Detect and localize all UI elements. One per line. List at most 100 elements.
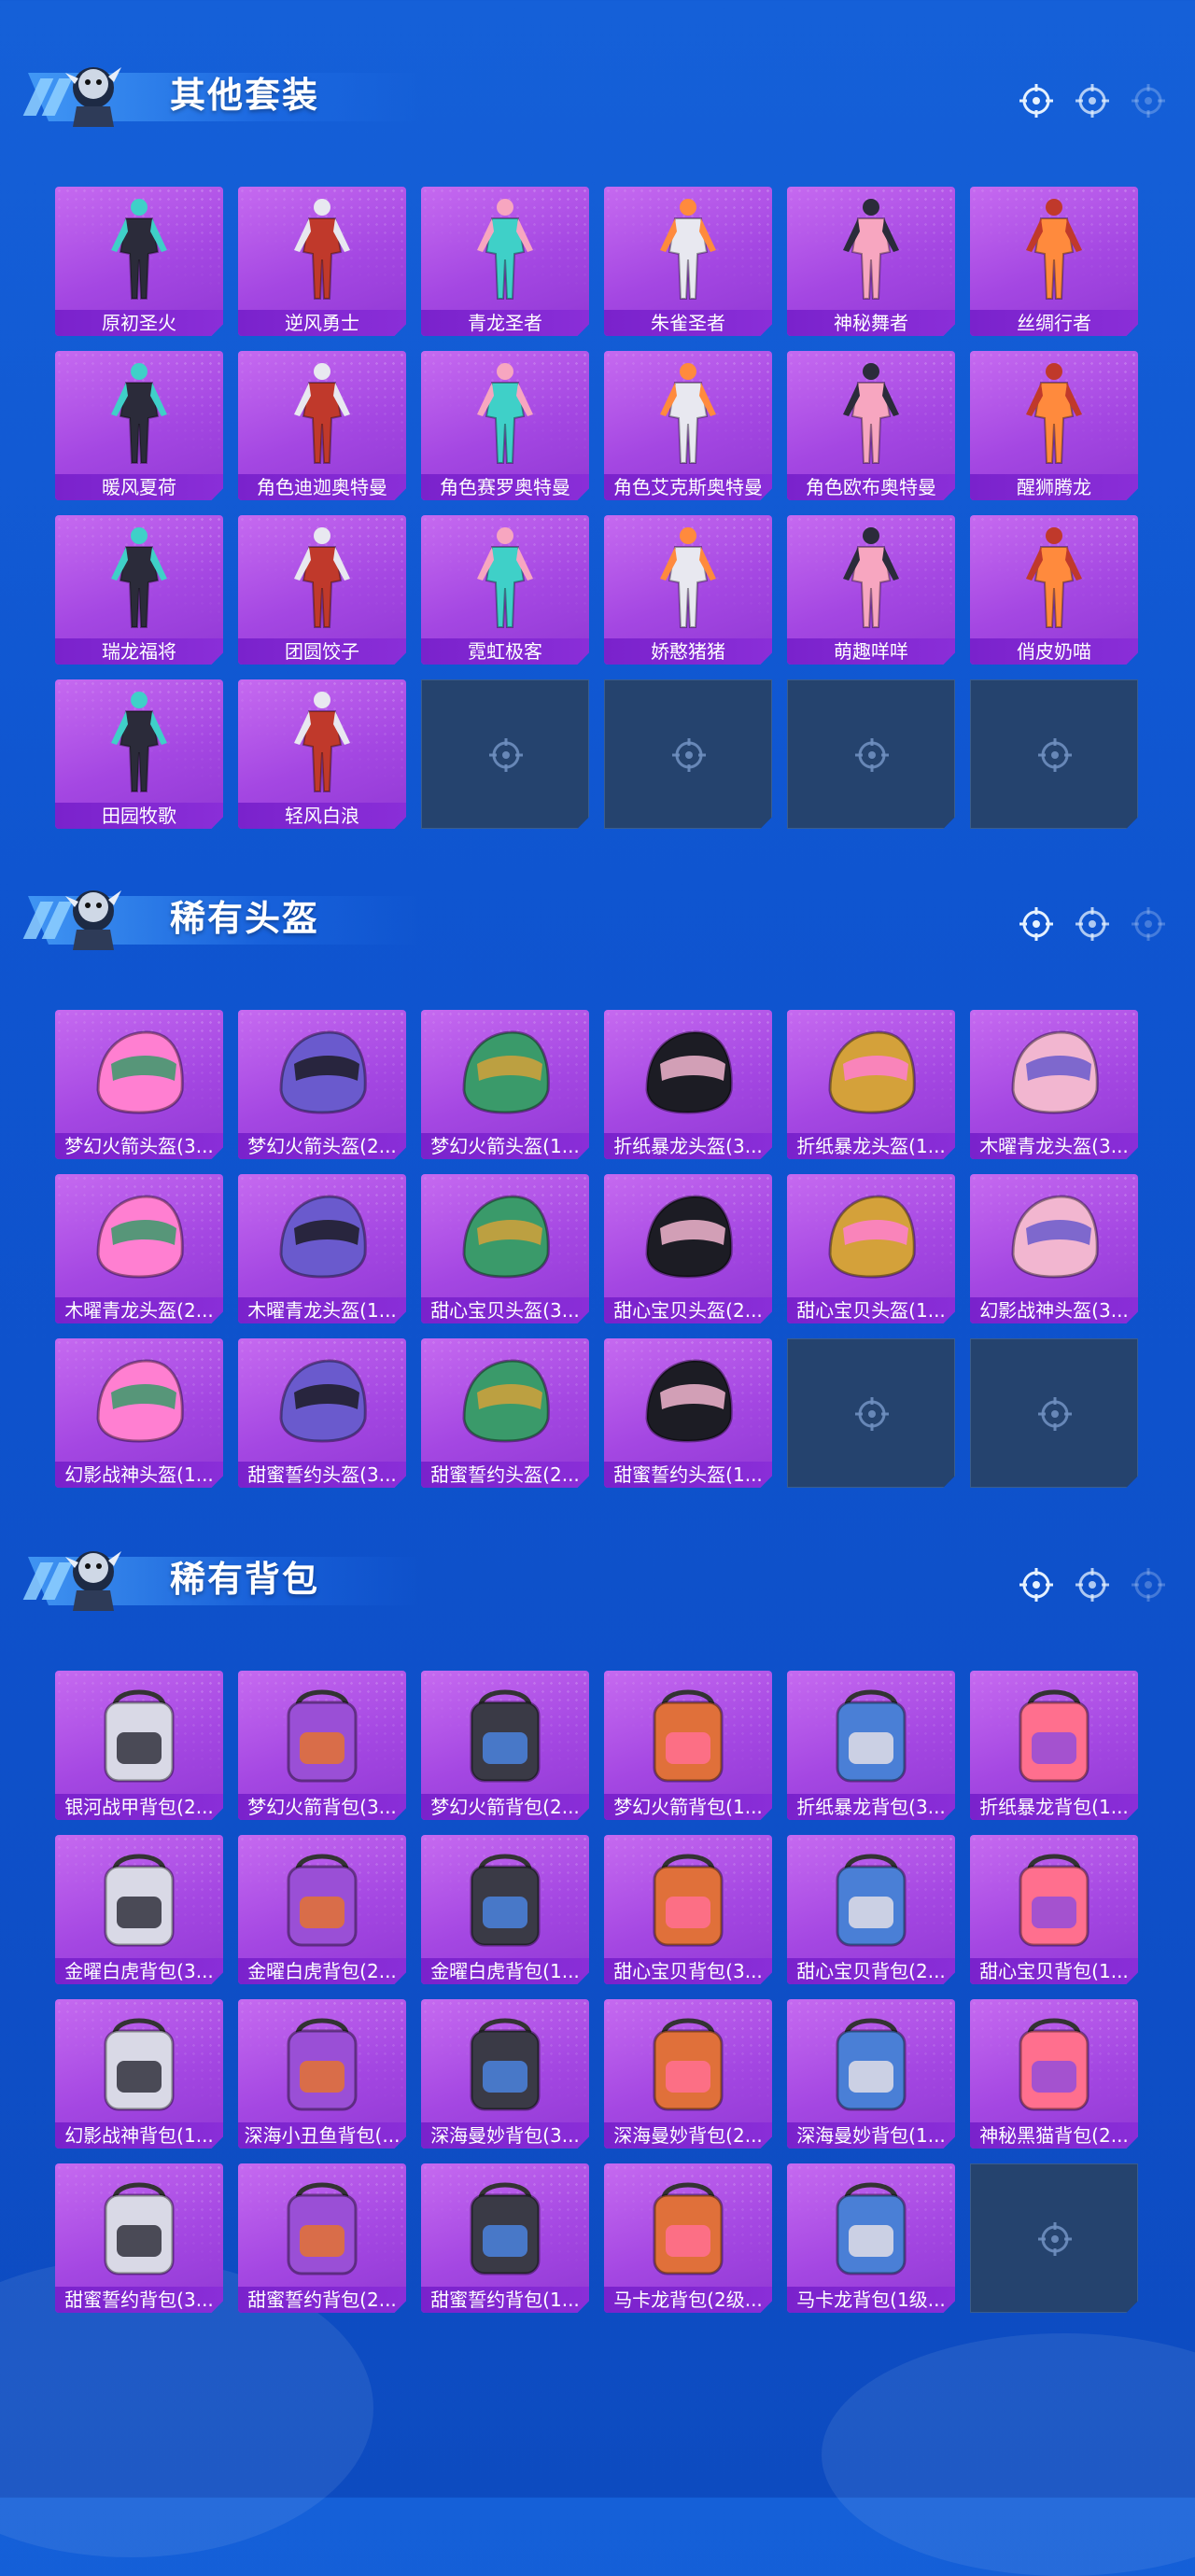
item-label: 甜心宝贝头盔(3... xyxy=(421,1297,589,1323)
item-card[interactable]: 深海曼妙背包(2... xyxy=(604,1999,772,2149)
item-image xyxy=(477,363,533,464)
item-label: 神秘舞者 xyxy=(787,310,955,336)
item-card[interactable]: 深海小丑鱼背包(... xyxy=(238,1999,406,2149)
item-image xyxy=(653,2182,724,2275)
item-card[interactable]: 甜蜜誓约背包(1... xyxy=(421,2163,589,2313)
item-image xyxy=(279,1030,367,1114)
item-label: 木曜青龙头盔(3... xyxy=(970,1133,1138,1159)
item-card[interactable]: 折纸暴龙背包(1... xyxy=(970,1671,1138,1820)
item-card[interactable]: 甜蜜誓约背包(3... xyxy=(55,2163,223,2313)
item-card[interactable]: 深海曼妙背包(1... xyxy=(787,1999,955,2149)
item-card[interactable]: 幻影战神头盔(3... xyxy=(970,1174,1138,1323)
section-header: 稀有背包 xyxy=(22,1529,1167,1622)
item-card[interactable]: 甜蜜誓约头盔(1... xyxy=(604,1338,772,1488)
item-image xyxy=(294,527,350,628)
crosshair-icon xyxy=(1074,1566,1111,1603)
item-image xyxy=(104,1854,175,1947)
item-card[interactable]: 梦幻火箭头盔(3... xyxy=(55,1010,223,1159)
empty-slot xyxy=(421,679,589,829)
item-label: 甜心宝贝背包(2... xyxy=(787,1958,955,1984)
item-card[interactable]: 角色赛罗奥特曼 xyxy=(421,351,589,500)
crosshair-icon xyxy=(1130,82,1167,119)
item-image xyxy=(104,1689,175,1783)
item-card[interactable]: 神秘舞者 xyxy=(787,187,955,336)
item-label: 霓虹极客 xyxy=(421,638,589,665)
item-card[interactable]: 梦幻火箭背包(3... xyxy=(238,1671,406,1820)
item-image xyxy=(1026,527,1082,628)
item-card[interactable]: 原初圣火 xyxy=(55,187,223,336)
item-card[interactable]: 甜蜜誓约头盔(2... xyxy=(421,1338,589,1488)
item-card[interactable]: 折纸暴龙头盔(1... xyxy=(787,1010,955,1159)
crosshair-icon xyxy=(1038,738,1072,772)
item-card[interactable]: 甜心宝贝头盔(3... xyxy=(421,1174,589,1323)
item-image xyxy=(477,527,533,628)
item-card[interactable]: 木曜青龙头盔(2... xyxy=(55,1174,223,1323)
item-card[interactable]: 马卡龙背包(2级... xyxy=(604,2163,772,2313)
item-card[interactable]: 折纸暴龙背包(3... xyxy=(787,1671,955,1820)
crosshair-icon xyxy=(1038,1397,1072,1431)
item-image xyxy=(294,199,350,300)
item-label: 银河战甲背包(2... xyxy=(55,1794,223,1820)
item-card[interactable]: 暖风夏荷 xyxy=(55,351,223,500)
empty-slot xyxy=(787,1338,955,1488)
item-card[interactable]: 金曜白虎背包(3... xyxy=(55,1835,223,1984)
item-image xyxy=(1011,1195,1099,1279)
item-card[interactable]: 角色艾克斯奥特曼 xyxy=(604,351,772,500)
empty-slot xyxy=(787,679,955,829)
item-image xyxy=(96,1195,184,1279)
item-card[interactable]: 甜心宝贝背包(1... xyxy=(970,1835,1138,1984)
item-card[interactable]: 银河战甲背包(2... xyxy=(55,1671,223,1820)
item-card[interactable]: 木曜青龙头盔(3... xyxy=(970,1010,1138,1159)
item-card[interactable]: 幻影战神头盔(1... xyxy=(55,1338,223,1488)
item-card[interactable]: 角色欧布奥特曼 xyxy=(787,351,955,500)
item-card[interactable]: 甜心宝贝头盔(2... xyxy=(604,1174,772,1323)
crosshair-icon xyxy=(1130,905,1167,943)
item-card[interactable]: 团圆饺子 xyxy=(238,515,406,665)
item-card[interactable]: 梦幻火箭背包(1... xyxy=(604,1671,772,1820)
item-card[interactable]: 轻风白浪 xyxy=(238,679,406,829)
item-image xyxy=(645,1195,733,1279)
item-card[interactable]: 娇憨猪猪 xyxy=(604,515,772,665)
crosshair-icon xyxy=(1038,2222,1072,2256)
item-card[interactable]: 甜蜜誓约背包(2... xyxy=(238,2163,406,2313)
item-card[interactable]: 逆风勇士 xyxy=(238,187,406,336)
item-card[interactable]: 甜心宝贝背包(2... xyxy=(787,1835,955,1984)
item-card[interactable]: 丝绸行者 xyxy=(970,187,1138,336)
item-card[interactable]: 梦幻火箭头盔(1... xyxy=(421,1010,589,1159)
item-card[interactable]: 青龙圣者 xyxy=(421,187,589,336)
item-card[interactable]: 金曜白虎背包(1... xyxy=(421,1835,589,1984)
item-image xyxy=(645,1030,733,1114)
item-card[interactable]: 折纸暴龙头盔(3... xyxy=(604,1010,772,1159)
item-card[interactable]: 霓虹极客 xyxy=(421,515,589,665)
crosshair-icon xyxy=(489,738,523,772)
item-card[interactable]: 俏皮奶喵 xyxy=(970,515,1138,665)
item-card[interactable]: 幻影战神背包(1... xyxy=(55,1999,223,2149)
item-label: 原初圣火 xyxy=(55,310,223,336)
item-image xyxy=(462,1030,550,1114)
item-label: 醒狮腾龙 xyxy=(970,474,1138,500)
item-card[interactable]: 甜心宝贝背包(3... xyxy=(604,1835,772,1984)
item-label: 金曜白虎背包(2... xyxy=(238,1958,406,1984)
item-card[interactable]: 梦幻火箭头盔(2... xyxy=(238,1010,406,1159)
item-card[interactable]: 梦幻火箭背包(2... xyxy=(421,1671,589,1820)
item-card[interactable]: 甜蜜誓约头盔(3... xyxy=(238,1338,406,1488)
item-card[interactable]: 醒狮腾龙 xyxy=(970,351,1138,500)
item-card[interactable]: 角色迪迦奥特曼 xyxy=(238,351,406,500)
item-card[interactable]: 马卡龙背包(1级... xyxy=(787,2163,955,2313)
item-card[interactable]: 田园牧歌 xyxy=(55,679,223,829)
empty-slot xyxy=(970,679,1138,829)
item-card[interactable]: 朱雀圣者 xyxy=(604,187,772,336)
item-card[interactable]: 深海曼妙背包(3... xyxy=(421,1999,589,2149)
item-card[interactable]: 木曜青龙头盔(1... xyxy=(238,1174,406,1323)
item-label: 木曜青龙头盔(1... xyxy=(238,1297,406,1323)
crosshair-icon xyxy=(1130,1566,1167,1603)
item-image xyxy=(1011,1030,1099,1114)
item-card[interactable]: 萌趣咩咩 xyxy=(787,515,955,665)
item-card[interactable]: 甜心宝贝头盔(1... xyxy=(787,1174,955,1323)
item-card[interactable]: 神秘黑猫背包(2... xyxy=(970,1999,1138,2149)
section-header: 稀有头盔 xyxy=(22,868,1167,961)
item-label: 甜蜜誓约头盔(1... xyxy=(604,1462,772,1488)
item-label: 梦幻火箭背包(1... xyxy=(604,1794,772,1820)
item-card[interactable]: 金曜白虎背包(2... xyxy=(238,1835,406,1984)
item-card[interactable]: 瑞龙福将 xyxy=(55,515,223,665)
